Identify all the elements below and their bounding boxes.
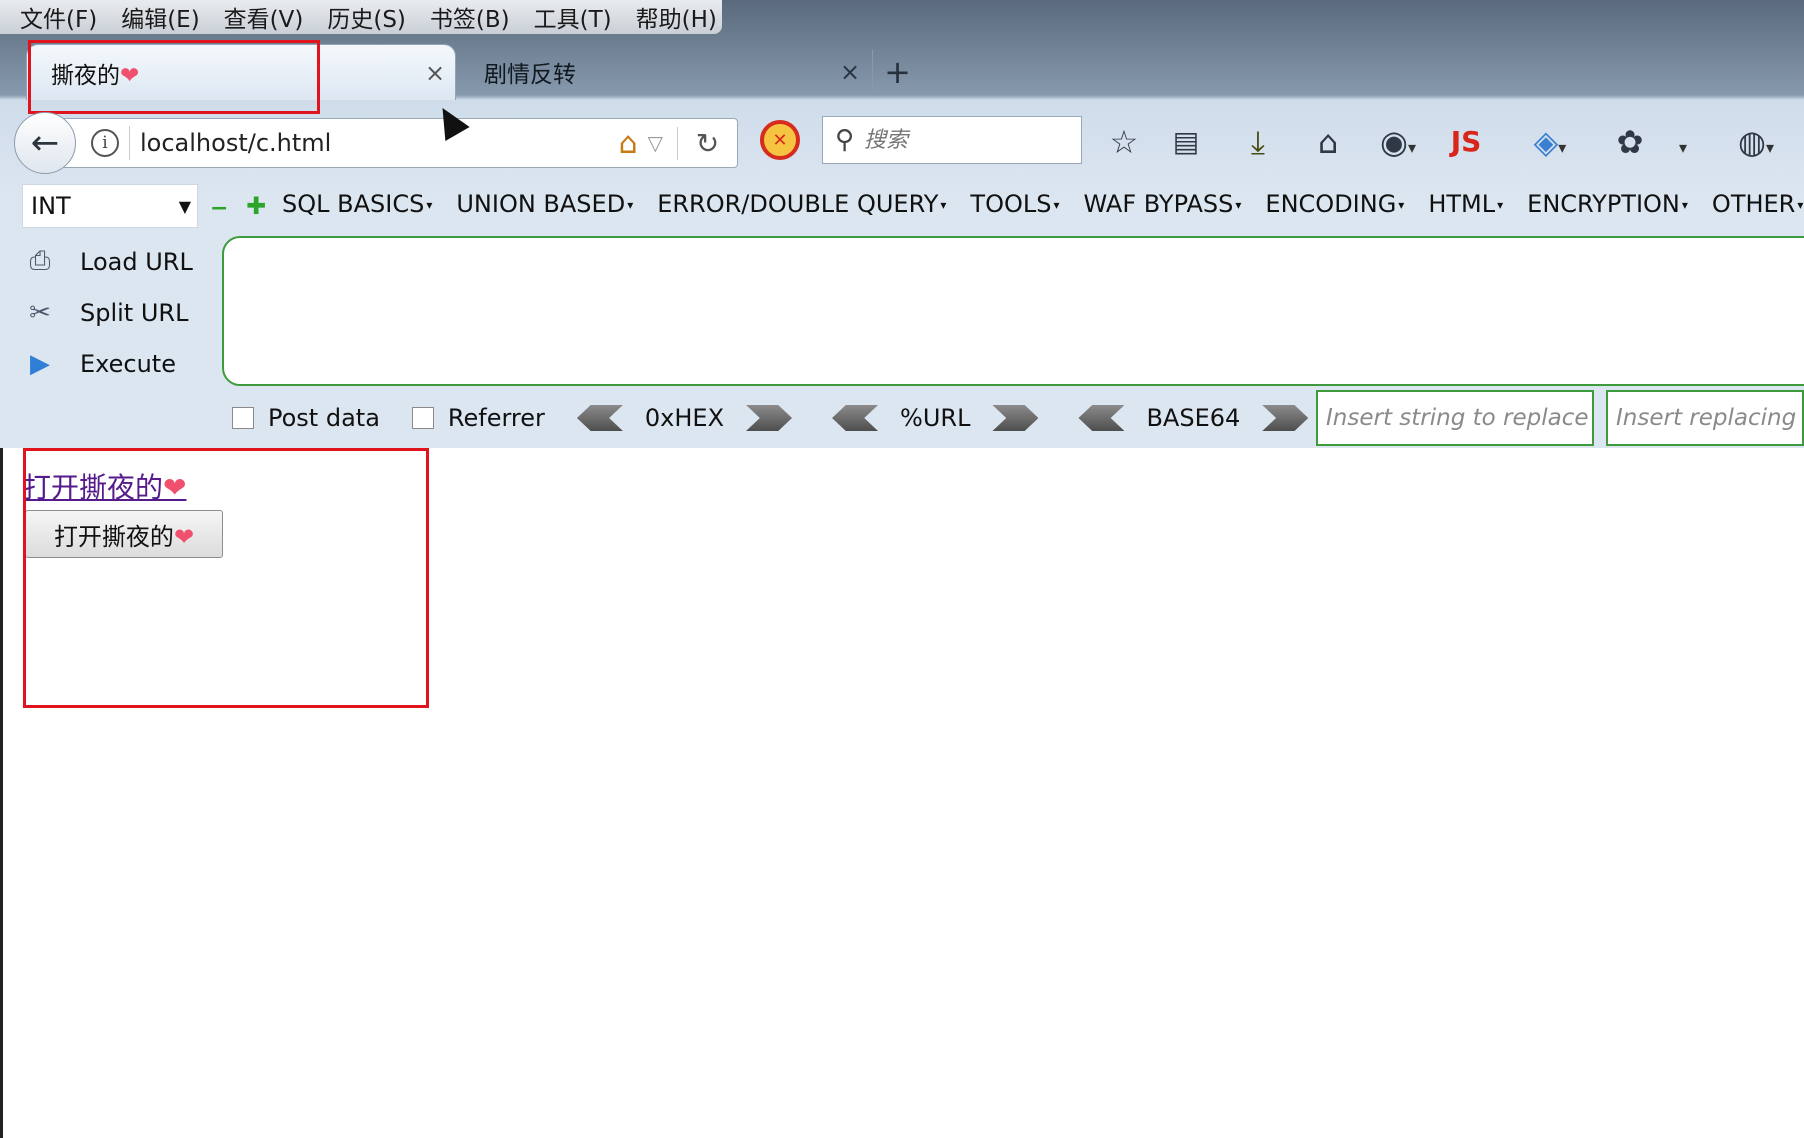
- printer-icon: ⎙: [29, 246, 51, 276]
- close-tab-icon[interactable]: ×: [830, 58, 870, 86]
- reading-list-icon[interactable]: ▤: [1168, 120, 1204, 164]
- info-icon[interactable]: i: [91, 129, 119, 157]
- encode-base64-arrow-icon[interactable]: [1262, 405, 1309, 431]
- decode-url-arrow-icon[interactable]: [832, 405, 879, 431]
- reload-icon[interactable]: ↻: [677, 126, 737, 160]
- heart-icon: ❤: [163, 471, 187, 504]
- encode-hex-arrow-icon[interactable]: [746, 405, 793, 431]
- hackbar-menus: SQL BASICS UNION BASED ERROR/DOUBLE QUER…: [282, 190, 1803, 218]
- heart-icon: ❤: [173, 522, 195, 551]
- url-text[interactable]: localhost/c.html: [140, 129, 619, 157]
- search-bar[interactable]: ⚲: [822, 116, 1082, 164]
- injection-type-select[interactable]: INT ▼: [22, 184, 198, 228]
- menu-history[interactable]: 历史(S): [315, 0, 418, 34]
- play-circle-icon: ▶: [30, 348, 50, 379]
- hex-encoder: 0xHEX: [576, 404, 793, 432]
- post-data-label: Post data: [268, 404, 380, 432]
- hackbar-options: Post data Referrer 0xHEX %URL BASE64: [232, 396, 1348, 440]
- menu-bookmarks[interactable]: 书签(B): [418, 0, 522, 34]
- menu-union-based[interactable]: UNION BASED: [456, 190, 633, 218]
- menu-bar: 文件(F) 编辑(E) 查看(V) 历史(S) 书签(B) 工具(T) 帮助(H…: [0, 0, 722, 34]
- menu-error-double-query[interactable]: ERROR/DOUBLE QUERY: [657, 190, 946, 218]
- new-tab-button[interactable]: +: [872, 50, 922, 94]
- back-button[interactable]: ←: [14, 112, 76, 174]
- browser-chrome: 文件(F) 编辑(E) 查看(V) 历史(S) 书签(B) 工具(T) 帮助(H…: [0, 0, 1804, 448]
- menu-tools[interactable]: TOOLS: [970, 190, 1059, 218]
- menu-sql-basics[interactable]: SQL BASICS: [282, 190, 432, 218]
- download-icon[interactable]: ⤓: [1236, 120, 1280, 164]
- menu-encoding[interactable]: ENCODING: [1265, 190, 1404, 218]
- replace-string-input[interactable]: Insert string to replace: [1316, 390, 1594, 446]
- home-page-icon[interactable]: ⌂: [619, 126, 638, 161]
- injection-type-value: INT: [31, 192, 71, 220]
- execute-button[interactable]: ▶ Execute: [20, 338, 200, 389]
- addon-icon[interactable]: ◈▾: [1520, 120, 1580, 164]
- menu-edit[interactable]: 编辑(E): [109, 0, 211, 34]
- globe-icon[interactable]: ◉▾: [1368, 120, 1428, 164]
- search-input[interactable]: [864, 127, 1055, 153]
- load-url-label: Load URL: [80, 247, 193, 276]
- scissors-icon: ✂: [29, 297, 51, 328]
- tab-strip: 撕夜的❤ × 剧情反转 × +: [0, 40, 1804, 100]
- menu-waf-bypass[interactable]: WAF BYPASS: [1083, 190, 1241, 218]
- url-separator: [129, 126, 130, 160]
- hackbar-panel: INT ▼ − ✚ SQL BASICS UNION BASED ERROR/D…: [6, 182, 1804, 446]
- js-addon-icon[interactable]: JS: [1444, 120, 1488, 164]
- execute-label: Execute: [80, 349, 176, 378]
- split-url-label: Split URL: [80, 298, 189, 327]
- menu-html[interactable]: HTML: [1428, 190, 1503, 218]
- replacing-string-input[interactable]: Insert replacing: [1606, 390, 1804, 446]
- palette-icon[interactable]: ✿: [1612, 120, 1648, 164]
- decode-hex-arrow-icon[interactable]: [576, 405, 623, 431]
- post-data-checkbox[interactable]: [232, 407, 254, 429]
- increase-icon[interactable]: ✚: [246, 192, 266, 220]
- page-content: 打开撕夜的❤ 打开撕夜的❤: [0, 448, 1804, 1138]
- referrer-label: Referrer: [447, 404, 545, 432]
- decode-base64-arrow-icon[interactable]: [1078, 405, 1125, 431]
- hackbar-url-textarea[interactable]: [222, 236, 1804, 386]
- open-button[interactable]: 打开撕夜的❤: [25, 510, 223, 558]
- url-bar[interactable]: i localhost/c.html ⌂ ▽ ↻: [60, 118, 738, 168]
- bookmark-star-icon[interactable]: ☆: [1106, 120, 1142, 164]
- split-url-button[interactable]: ✂ Split URL: [20, 287, 200, 338]
- hackbar-actions: ⎙ Load URL ✂ Split URL ▶ Execute: [20, 236, 200, 389]
- addon-menu-icon[interactable]: ◍▾: [1724, 120, 1788, 164]
- tab-title: 剧情反转: [484, 62, 576, 88]
- back-arrow-icon: ←: [30, 123, 60, 163]
- url-encoder: %URL: [832, 404, 1039, 432]
- hex-label: 0xHEX: [644, 404, 725, 432]
- nav-bar: i localhost/c.html ⌂ ▽ ↻ ← ✕ ⚲ ☆ ▤ ⤓ ⌂ ◉…: [0, 100, 1804, 180]
- url-encode-label: %URL: [900, 404, 971, 432]
- tab-active[interactable]: 撕夜的❤ ×: [26, 44, 456, 100]
- menu-file[interactable]: 文件(F): [8, 0, 109, 34]
- home-icon[interactable]: ⌂: [1310, 120, 1346, 164]
- menu-other[interactable]: OTHER: [1712, 190, 1803, 218]
- menu-help[interactable]: 帮助(H): [624, 0, 729, 34]
- menu-view[interactable]: 查看(V): [212, 0, 316, 34]
- tab-title: 撕夜的❤: [51, 62, 140, 89]
- tab-inactive[interactable]: 剧情反转 ×: [460, 44, 870, 100]
- search-icon: ⚲: [835, 125, 855, 155]
- base64-label: BASE64: [1146, 404, 1241, 432]
- open-link[interactable]: 打开撕夜的❤: [23, 466, 186, 506]
- decrease-icon[interactable]: −: [210, 196, 228, 221]
- menu-encryption[interactable]: ENCRYPTION: [1527, 190, 1688, 218]
- dropdown-arrow-icon[interactable]: ▽: [648, 131, 663, 155]
- referrer-checkbox[interactable]: [411, 407, 434, 429]
- noscript-icon[interactable]: ✕: [760, 120, 800, 160]
- chevron-down-icon: ▼: [178, 196, 191, 216]
- overflow-dropdown-icon[interactable]: ▾: [1668, 120, 1698, 164]
- close-tab-icon[interactable]: ×: [415, 59, 455, 87]
- load-url-button[interactable]: ⎙ Load URL: [20, 236, 200, 287]
- menu-tools[interactable]: 工具(T): [522, 0, 624, 34]
- base64-encoder: BASE64: [1078, 404, 1309, 432]
- encode-url-arrow-icon[interactable]: [992, 405, 1039, 431]
- heart-icon: ❤: [120, 62, 140, 89]
